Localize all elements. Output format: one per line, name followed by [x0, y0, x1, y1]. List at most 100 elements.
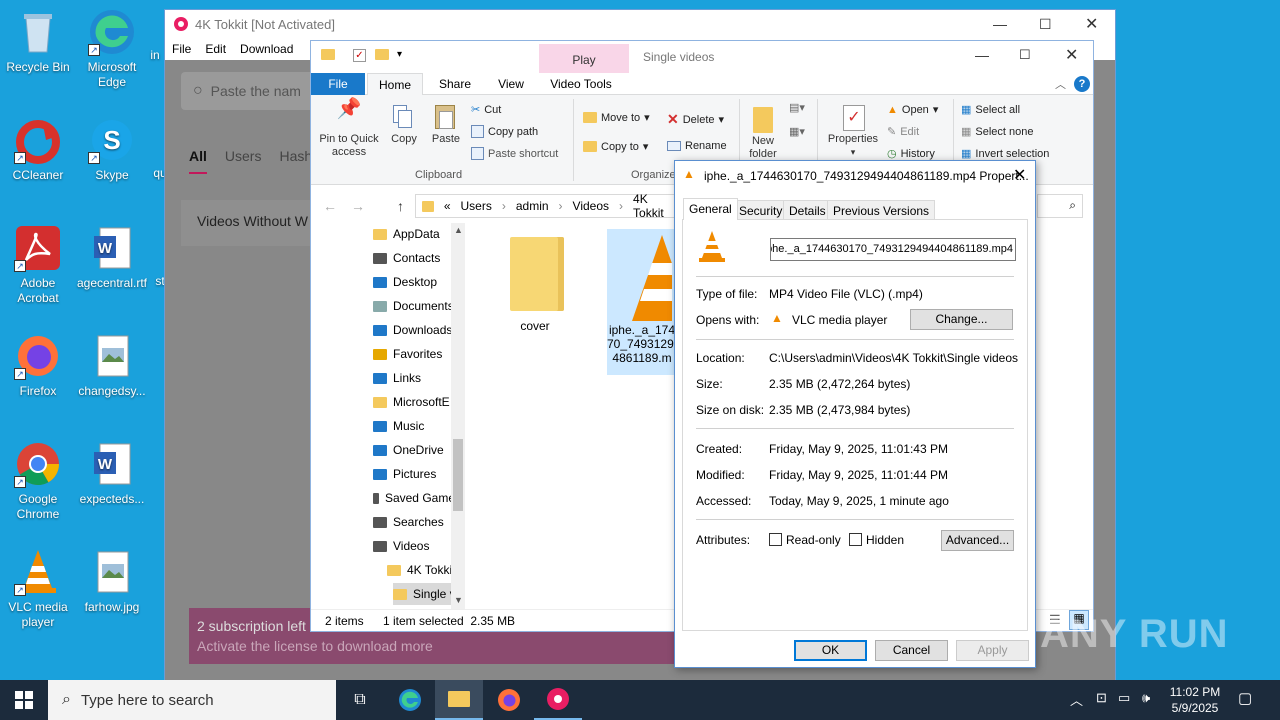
edit-button[interactable]: ✎ Edit: [887, 125, 919, 139]
forward-arrow-icon[interactable]: →: [351, 198, 365, 214]
help-icon[interactable]: ?: [1074, 76, 1090, 92]
taskbar-file-explorer[interactable]: [435, 680, 483, 720]
new-item-icon[interactable]: ▤▾: [789, 101, 805, 114]
taskbar-4k-tokkit[interactable]: [534, 680, 582, 720]
close-button[interactable]: ✕: [1085, 14, 1098, 34]
desktop-icon-acrobat[interactable]: ↗ Adobe Acrobat: [0, 224, 76, 306]
up-arrow-icon[interactable]: ↑: [397, 198, 404, 214]
search-box[interactable]: ⌕: [1037, 194, 1083, 218]
breadcrumb-overflow[interactable]: «: [444, 199, 451, 213]
close-button[interactable]: ✕: [1013, 165, 1026, 185]
hidden-checkbox[interactable]: Hidden: [849, 533, 904, 547]
file-item-mp4-selected[interactable]: iphe._a_174 70_74931294 4861189.m: [607, 229, 677, 375]
tab-file[interactable]: File: [311, 73, 365, 95]
nav-item-onedrive[interactable]: OneDrive: [373, 439, 461, 461]
nav-item-videos[interactable]: Videos: [373, 535, 461, 557]
network-icon[interactable]: ⊡: [1096, 690, 1107, 706]
select-none-button[interactable]: ▦ Select none: [961, 125, 1034, 139]
back-arrow-icon[interactable]: ←: [323, 198, 337, 214]
nav-item-documents[interactable]: Documents: [373, 295, 461, 317]
quick-access-properties-icon[interactable]: ✓: [353, 49, 366, 62]
easy-access-icon[interactable]: ▦▾: [789, 125, 805, 138]
menu-download[interactable]: Download: [240, 42, 293, 56]
desktop-icon-vlc[interactable]: ↗ VLC media player: [0, 548, 76, 630]
filename-input[interactable]: iphe._a_1744630170_7493129494404861189.m…: [770, 238, 1016, 261]
rename-button[interactable]: Rename: [667, 140, 727, 152]
tab-security[interactable]: Security: [733, 200, 789, 220]
start-button[interactable]: [0, 680, 48, 720]
minimize-button[interactable]: —: [993, 16, 1007, 32]
paste-shortcut-button[interactable]: Paste shortcut: [471, 147, 558, 160]
menu-edit[interactable]: Edit: [205, 42, 226, 56]
minimize-button[interactable]: —: [975, 47, 989, 63]
scroll-up-icon[interactable]: ▲: [454, 225, 463, 235]
nav-item-links[interactable]: Links: [373, 367, 461, 389]
properties-button[interactable]: ✓ Properties ▾: [823, 103, 883, 159]
open-button[interactable]: ▲ Open ▾: [887, 103, 938, 117]
move-to-button[interactable]: Move to ▾: [583, 111, 650, 124]
new-folder-button[interactable]: New folder: [743, 103, 783, 161]
nav-item-appdata[interactable]: AppData: [373, 223, 461, 245]
taskbar-edge[interactable]: [386, 680, 434, 720]
tab-previous-versions[interactable]: Previous Versions: [827, 200, 936, 220]
tab-video-tools[interactable]: Video Tools: [541, 73, 621, 95]
breadcrumb-4k-tokkit[interactable]: 4K Tokkit: [633, 192, 674, 220]
nav-item-contacts[interactable]: Contacts: [373, 247, 461, 269]
history-button[interactable]: ◷ History: [887, 147, 935, 161]
desktop-icon-skype[interactable]: S ↗ Skype: [74, 116, 150, 183]
tab-all[interactable]: All: [189, 148, 207, 174]
cancel-button[interactable]: Cancel: [875, 640, 948, 661]
nav-scrollbar[interactable]: ▲ ▼: [451, 223, 465, 609]
nav-item-music[interactable]: Music: [373, 415, 461, 437]
copy-button[interactable]: Copy: [385, 103, 423, 146]
breadcrumb-videos[interactable]: Videos: [573, 199, 609, 213]
breadcrumb-admin[interactable]: admin: [516, 199, 549, 213]
tab-home[interactable]: Home: [367, 73, 423, 96]
copy-path-button[interactable]: Copy path: [471, 125, 538, 138]
nav-item-favorites[interactable]: Favorites: [373, 343, 461, 365]
pin-quick-access-button[interactable]: 📌 Pin to Quick access: [317, 99, 381, 159]
maximize-button[interactable]: ☐: [1019, 47, 1031, 63]
collapse-ribbon-icon[interactable]: ︿: [1055, 76, 1066, 92]
tab-view[interactable]: View: [489, 73, 533, 95]
nav-item-pictures[interactable]: Pictures: [373, 463, 461, 485]
desktop-icon-farhow[interactable]: farhow.jpg: [74, 548, 150, 615]
tab-details[interactable]: Details: [783, 200, 832, 220]
new-folder-quick-icon[interactable]: [375, 49, 389, 60]
desktop-icon-ccleaner[interactable]: ↗ CCleaner: [0, 116, 76, 183]
paste-button[interactable]: Paste: [427, 103, 465, 146]
address-bar[interactable]: « Users › admin › Videos › 4K Tokkit: [415, 192, 675, 220]
desktop-icon-edge[interactable]: ↗ Microsoft Edge: [74, 8, 150, 90]
scroll-down-icon[interactable]: ▼: [454, 595, 463, 605]
maximize-button[interactable]: ☐: [1039, 16, 1052, 33]
taskbar-search[interactable]: ⌕ Type here to search: [48, 680, 336, 720]
select-all-button[interactable]: ▦ Select all: [961, 103, 1020, 117]
nav-item-searches[interactable]: Searches: [373, 511, 461, 533]
desktop-icon-firefox[interactable]: ↗ Firefox: [0, 332, 76, 399]
nav-item-saved-games[interactable]: Saved Games: [373, 487, 461, 509]
desktop-icon-agecentral[interactable]: W agecentral.rtf: [74, 224, 150, 291]
apply-button[interactable]: Apply: [956, 640, 1029, 661]
task-view-button[interactable]: ⧉: [336, 680, 384, 720]
tab-general[interactable]: General: [683, 198, 738, 220]
breadcrumb-users[interactable]: Users: [461, 199, 492, 213]
cut-button[interactable]: ✂ Cut: [471, 103, 501, 117]
nav-item-microsofte[interactable]: MicrosoftE: [373, 391, 461, 413]
readonly-checkbox[interactable]: Read-only: [769, 533, 841, 547]
clock[interactable]: 11:02 PM 5/9/2025: [1164, 684, 1226, 716]
nav-item-desktop[interactable]: Desktop: [373, 271, 461, 293]
file-item-cover[interactable]: cover: [487, 231, 583, 333]
desktop-icon-expecteds[interactable]: W expecteds...: [74, 440, 150, 507]
wired-network-icon[interactable]: ▭: [1118, 690, 1130, 706]
tray-chevron-icon[interactable]: ︿: [1070, 690, 1083, 709]
qat-dropdown-icon[interactable]: ▾: [397, 49, 402, 60]
tab-hashtags[interactable]: Hash: [279, 148, 312, 174]
desktop-icon-recycle-bin[interactable]: Recycle Bin: [0, 8, 76, 75]
tab-users[interactable]: Users: [225, 148, 262, 174]
desktop-icon-chrome[interactable]: ↗ Google Chrome: [0, 440, 76, 522]
invert-selection-button[interactable]: ▦ Invert selection: [961, 147, 1049, 161]
tab-share[interactable]: Share: [433, 73, 477, 95]
taskbar-firefox[interactable]: [485, 680, 533, 720]
volume-icon[interactable]: 🕪: [1142, 690, 1150, 706]
close-button[interactable]: ✕: [1065, 45, 1078, 65]
